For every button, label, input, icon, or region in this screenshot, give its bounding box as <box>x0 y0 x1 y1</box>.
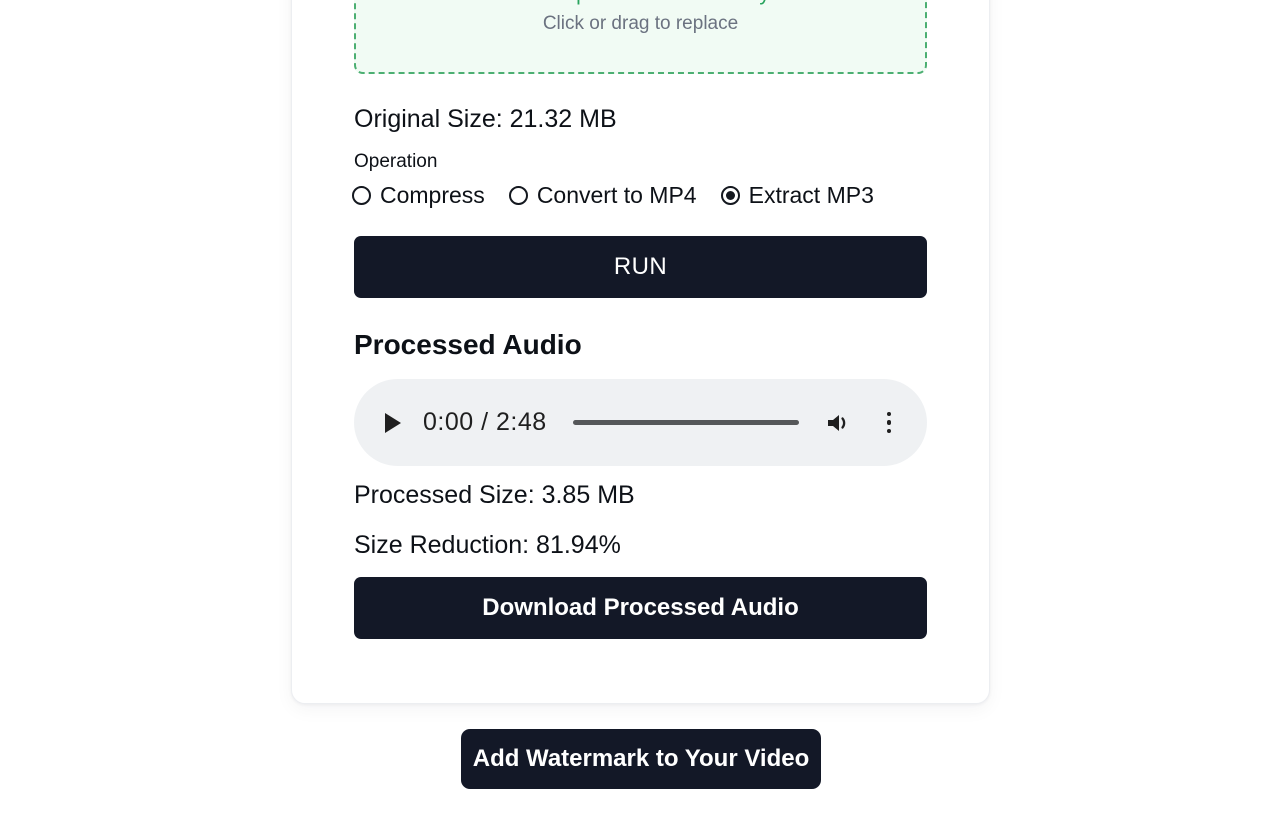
run-button[interactable]: RUN <box>354 236 927 298</box>
kebab-dot <box>886 420 892 425</box>
radio-indicator-extract-mp3[interactable] <box>720 186 740 205</box>
upload-hint-text: Click or drag to replace <box>542 12 739 34</box>
kebab-dot <box>886 428 892 434</box>
radio-indicator-convert-to-mp4[interactable] <box>508 186 528 205</box>
radio-option-convert-to-mp4[interactable]: Convert to MP4 <box>508 182 697 208</box>
download-processed-audio-button[interactable]: Download Processed Audio <box>354 577 927 639</box>
audio-seek-bar[interactable] <box>572 420 799 425</box>
size-reduction-text: Size Reduction: 81.94% <box>354 531 621 559</box>
processed-size-text: Processed Size: 3.85 MB <box>354 481 635 509</box>
operation-radio-group: Compress Convert to MP4 Extract MP3 <box>352 184 874 207</box>
kebab-dot <box>886 411 892 417</box>
original-size-text: Original Size: 21.32 MB <box>354 105 617 133</box>
upload-status-text: Video uploaded successfully! <box>505 0 775 5</box>
radio-label-extract-mp3: Extract MP3 <box>748 182 874 208</box>
volume-icon[interactable] <box>825 410 855 436</box>
radio-label-convert-to-mp4: Convert to MP4 <box>536 182 697 208</box>
radio-indicator-compress[interactable] <box>352 186 371 205</box>
operation-label: Operation <box>354 151 438 172</box>
radio-option-compress[interactable]: Compress <box>352 184 485 207</box>
add-watermark-button[interactable]: Add Watermark to Your Video <box>461 729 821 789</box>
play-icon[interactable] <box>380 410 406 436</box>
video-upload-dropzone[interactable]: Video uploaded successfully! Click or dr… <box>354 0 927 74</box>
audio-time-display: 0:00 / 2:48 <box>423 408 547 436</box>
processed-audio-heading: Processed Audio <box>354 329 582 360</box>
app-page: Video uploaded successfully! Click or dr… <box>0 0 1280 824</box>
radio-option-extract-mp3[interactable]: Extract MP3 <box>720 182 874 208</box>
audio-player[interactable]: 0:00 / 2:48 <box>354 379 927 466</box>
radio-label-compress: Compress <box>380 182 485 208</box>
kebab-menu-icon[interactable] <box>879 410 899 436</box>
